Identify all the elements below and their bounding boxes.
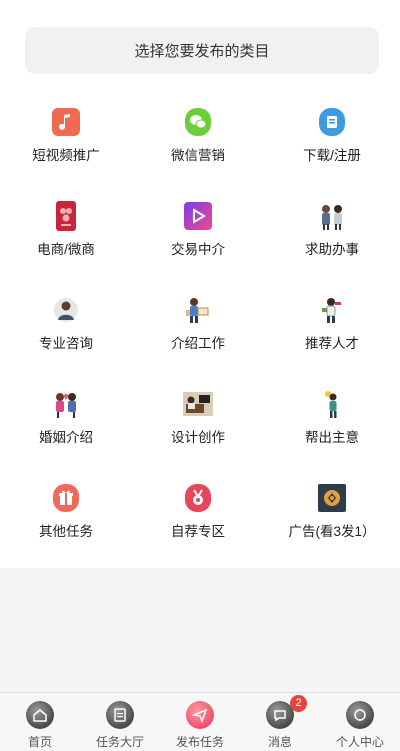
play-trade-icon: [183, 201, 213, 231]
bottom-tabbar: 首页 任务大厅 发布任务 2 消息 个人中心: [0, 692, 400, 751]
category-wechat[interactable]: 微信营销: [132, 100, 264, 194]
tab-label: 发布任务: [175, 735, 224, 749]
category-download[interactable]: 下载/注册: [264, 100, 400, 194]
category-help[interactable]: 求助办事: [264, 194, 400, 288]
category-label: 短视频推广: [32, 148, 100, 163]
category-label: 专业咨询: [39, 336, 93, 351]
tab-label: 任务大厅: [95, 735, 144, 749]
tab-publish[interactable]: 发布任务: [160, 693, 240, 751]
tab-label: 个人中心: [335, 735, 384, 749]
category-self-recommend[interactable]: 自荐专区: [132, 476, 264, 570]
tab-task-hall[interactable]: 任务大厅: [80, 693, 160, 751]
talent-icon: [317, 295, 347, 325]
tab-label: 消息: [267, 735, 292, 749]
category-grid: 短视频推广 微信营销 下载/注册 电商/微商 交易中介 求助办事 专业咨询 介绍…: [0, 100, 400, 570]
category-label: 设计创作: [171, 430, 225, 445]
category-ecommerce[interactable]: 电商/微商: [0, 194, 132, 288]
category-talent[interactable]: 推荐人才: [264, 288, 400, 382]
category-trade-agent[interactable]: 交易中介: [132, 194, 264, 288]
job-intro-icon: [183, 295, 213, 325]
ad-icon: [317, 483, 347, 513]
category-label: 交易中介: [171, 242, 225, 257]
category-label: 其他任务: [39, 524, 93, 539]
gift-icon: [51, 483, 81, 513]
tab-home[interactable]: 首页: [0, 693, 80, 751]
category-job-intro[interactable]: 介绍工作: [132, 288, 264, 382]
page-title: 选择您要发布的类目: [25, 27, 379, 74]
category-label: 电商/微商: [37, 242, 95, 257]
category-label: 婚姻介绍: [39, 430, 93, 445]
music-note-icon: [51, 107, 81, 137]
download-register-icon: [317, 107, 347, 137]
category-label: 介绍工作: [171, 336, 225, 351]
category-label: 微信营销: [171, 148, 225, 163]
category-advert[interactable]: 广告(看3发1）: [264, 476, 400, 570]
help-people-icon: [317, 201, 347, 231]
category-consulting[interactable]: 专业咨询: [0, 288, 132, 382]
category-idea[interactable]: 帮出主意: [264, 382, 400, 476]
tab-messages[interactable]: 2 消息: [240, 693, 320, 751]
design-icon: [183, 389, 213, 419]
category-label: 推荐人才: [305, 336, 359, 351]
category-label: 下载/注册: [303, 148, 361, 163]
category-other[interactable]: 其他任务: [0, 476, 132, 570]
tab-label: 首页: [27, 735, 52, 749]
wechat-icon: [183, 107, 213, 137]
category-sheet: 选择您要发布的类目 短视频推广 微信营销 下载/注册 电商/微商 交易中介 求助…: [0, 0, 400, 568]
medal-icon: [183, 483, 213, 513]
send-icon: [186, 701, 214, 729]
consultant-icon: [51, 295, 81, 325]
category-label: 帮出主意: [305, 430, 359, 445]
home-icon: [26, 701, 54, 729]
category-label: 求助办事: [305, 242, 359, 257]
category-marriage[interactable]: 婚姻介绍: [0, 382, 132, 476]
marriage-icon: [51, 389, 81, 419]
profile-icon: [346, 701, 374, 729]
ecommerce-icon: [51, 201, 81, 231]
category-short-video[interactable]: 短视频推广: [0, 100, 132, 194]
task-hall-icon: [106, 701, 134, 729]
category-design[interactable]: 设计创作: [132, 382, 264, 476]
tab-profile[interactable]: 个人中心: [320, 693, 400, 751]
page-title-text: 选择您要发布的类目: [134, 43, 270, 60]
category-label: 自荐专区: [171, 524, 225, 539]
message-count-badge: 2: [290, 695, 307, 712]
category-label: 广告(看3发1）: [288, 524, 376, 539]
idea-icon: [317, 389, 347, 419]
